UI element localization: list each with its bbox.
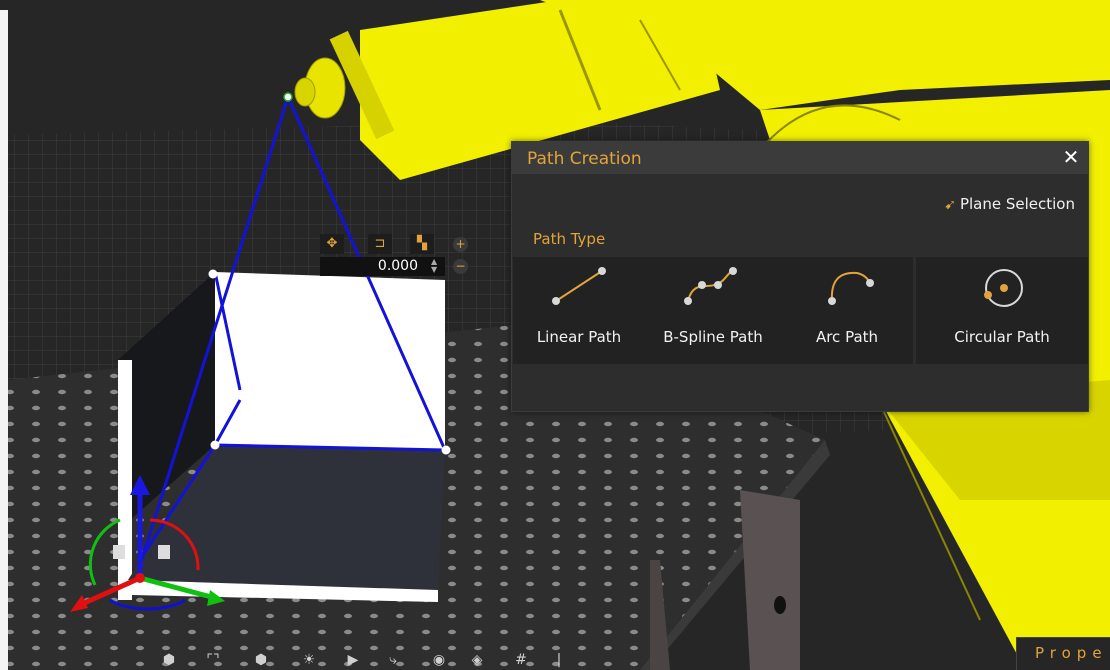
path-type-row: Linear Path B-Spline Path Arc Path Circu…: [513, 257, 1088, 364]
circular-path-icon: [984, 269, 1023, 307]
plane-selection-label: Plane Selection: [959, 195, 1075, 213]
arc-path-label: Arc Path: [815, 328, 879, 346]
layers-icon[interactable]: ◈: [466, 652, 488, 670]
circular-path-button[interactable]: Circular Path: [916, 257, 1088, 364]
zoom-in-icon[interactable]: +: [453, 237, 468, 252]
snap-icon[interactable]: ⊐: [368, 234, 392, 254]
light-icon[interactable]: ☀: [298, 652, 320, 670]
spinner-icon[interactable]: ▲ ▼: [431, 258, 437, 274]
linear-path-icon: [552, 267, 606, 305]
gizmo-toolbar: ✥ ⊐ ▚: [320, 234, 472, 256]
properties-tab-label: Prope: [1035, 644, 1108, 662]
linear-path-button[interactable]: Linear Path: [513, 257, 645, 364]
play-icon[interactable]: ▶: [342, 652, 364, 670]
copy-icon[interactable]: ▚: [410, 234, 434, 254]
move-icon[interactable]: ✥: [320, 234, 344, 254]
close-icon[interactable]: ✕: [1060, 146, 1082, 168]
linear-path-label: Linear Path: [536, 328, 622, 346]
panel-title: Path Creation: [527, 149, 642, 169]
properties-tab[interactable]: Prope: [1016, 637, 1110, 670]
bend-icon[interactable]: ⤷: [382, 652, 404, 670]
arc-path-icon: [828, 271, 874, 305]
cube-view-icon[interactable]: ⬢: [158, 652, 180, 670]
zoom-out-icon[interactable]: −: [453, 259, 468, 274]
shading-icon[interactable]: ⬢: [250, 652, 272, 670]
bspline-path-button[interactable]: B-Spline Path: [645, 257, 781, 364]
bspline-path-icon: [684, 267, 737, 305]
bspline-path-label: B-Spline Path: [663, 328, 763, 346]
plane-selection-button[interactable]: ➹ Plane Selection: [944, 195, 1075, 213]
camera-icon[interactable]: ◉: [428, 652, 450, 670]
arc-path-button[interactable]: Arc Path: [781, 257, 913, 364]
table-leg: [740, 490, 800, 670]
panel-header: Path Creation ✕: [512, 142, 1088, 174]
pointer-icon: ➹: [944, 197, 956, 213]
gizmo-value-input[interactable]: 0.000: [320, 257, 445, 276]
grid-icon[interactable]: #: [510, 652, 532, 670]
measure-icon[interactable]: |: [548, 652, 570, 670]
path-type-label: Path Type: [533, 230, 606, 248]
circular-path-label: Circular Path: [954, 328, 1050, 346]
viewport-toolbar: ⬢ ⌜⌝ ⬢ ☀ ▶ ⤷ ◉ ◈ # |: [150, 650, 570, 670]
path-creation-panel: Path Creation ✕ ➹ Plane Selection Path Ty…: [511, 141, 1089, 412]
frame-icon[interactable]: ⌜⌝: [202, 652, 224, 670]
